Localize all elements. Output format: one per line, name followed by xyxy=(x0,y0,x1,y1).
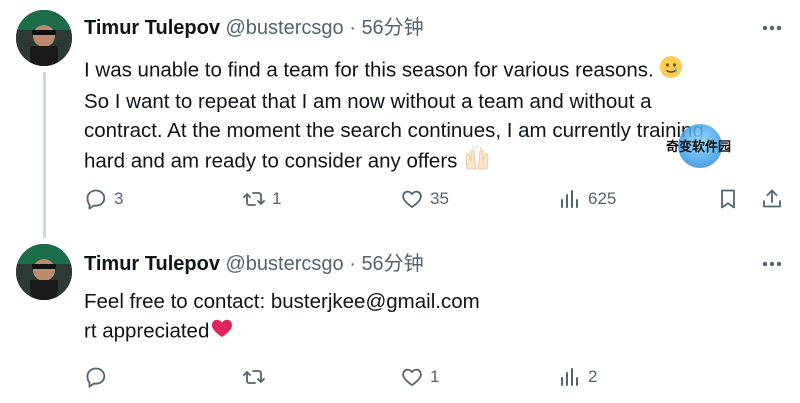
more-options-button[interactable] xyxy=(760,16,784,40)
reply-icon xyxy=(86,189,106,210)
tweet-actions: 1 2 xyxy=(84,365,784,389)
like-button[interactable]: 1 xyxy=(400,365,439,389)
tweet-text: Feel free to contact: busterjkee@gmail.c… xyxy=(84,287,784,348)
watermark-logo: 奇变软件园 xyxy=(660,124,792,170)
tweet-text-line: hard and am ready to consider any offers xyxy=(84,149,458,173)
timestamp[interactable]: 56分钟 xyxy=(361,17,423,39)
avatar-image xyxy=(16,244,72,300)
analytics-icon xyxy=(561,368,578,386)
watermark-text: 奇变软件园 xyxy=(666,140,732,155)
like-count: 1 xyxy=(430,367,440,386)
raised-hands-emoji xyxy=(463,145,491,179)
tweet-1[interactable]: Timur Tulepov @bustercsgo · 56分钟 I was u… xyxy=(0,0,800,238)
timestamp[interactable]: 56分钟 xyxy=(361,253,423,275)
avatar[interactable] xyxy=(16,244,72,300)
thread-line xyxy=(43,72,46,238)
tweet-actions: 3 1 35 625 xyxy=(84,187,784,211)
analytics-icon xyxy=(561,190,578,208)
retweet-icon xyxy=(243,370,265,384)
separator-dot: · xyxy=(349,17,356,39)
user-handle[interactable]: @bustercsgo xyxy=(226,253,344,275)
retweet-button[interactable] xyxy=(242,365,272,389)
tweet-header: Timur Tulepov @bustercsgo · 56分钟 xyxy=(84,11,424,40)
retweet-icon xyxy=(243,192,265,206)
heart-icon xyxy=(402,368,422,386)
tweet-2[interactable]: Timur Tulepov @bustercsgo · 56分钟 Feel fr… xyxy=(0,230,800,403)
tweet-text-line: I was unable to find a team for this sea… xyxy=(84,58,654,82)
more-options-button[interactable] xyxy=(760,252,784,276)
reply-button[interactable]: 3 xyxy=(84,187,123,211)
like-count: 35 xyxy=(430,189,449,208)
views-count: 2 xyxy=(588,367,598,386)
avatar-image xyxy=(16,10,72,66)
tweet-text-line: So I want to repeat that I am now withou… xyxy=(84,90,652,113)
bookmark-button[interactable] xyxy=(716,187,740,211)
views-button[interactable]: 2 xyxy=(558,365,597,389)
reply-count: 3 xyxy=(114,189,124,208)
separator-dot: · xyxy=(349,253,356,275)
share-button[interactable] xyxy=(760,187,784,211)
more-icon xyxy=(762,25,782,31)
reply-button[interactable] xyxy=(84,365,114,389)
red-heart-emoji xyxy=(209,316,235,348)
share-icon xyxy=(763,189,781,208)
more-icon xyxy=(762,261,782,267)
bookmark-icon xyxy=(721,189,735,209)
like-button[interactable]: 35 xyxy=(400,187,449,211)
display-name[interactable]: Timur Tulepov xyxy=(84,253,220,275)
face-with-tear-emoji xyxy=(659,55,683,87)
user-handle[interactable]: @bustercsgo xyxy=(226,17,344,39)
views-count: 625 xyxy=(588,189,617,208)
tweet-text-line: Feel free to contact: busterjkee@gmail.c… xyxy=(84,290,480,313)
display-name[interactable]: Timur Tulepov xyxy=(84,17,220,39)
avatar[interactable] xyxy=(16,10,72,66)
retweet-count: 1 xyxy=(272,189,282,208)
tweet-header: Timur Tulepov @bustercsgo · 56分钟 xyxy=(84,247,424,276)
reply-icon xyxy=(86,367,106,388)
heart-icon xyxy=(402,190,422,208)
retweet-button[interactable]: 1 xyxy=(242,187,281,211)
views-button[interactable]: 625 xyxy=(558,187,616,211)
tweet-text-line: rt appreciated xyxy=(84,319,210,343)
